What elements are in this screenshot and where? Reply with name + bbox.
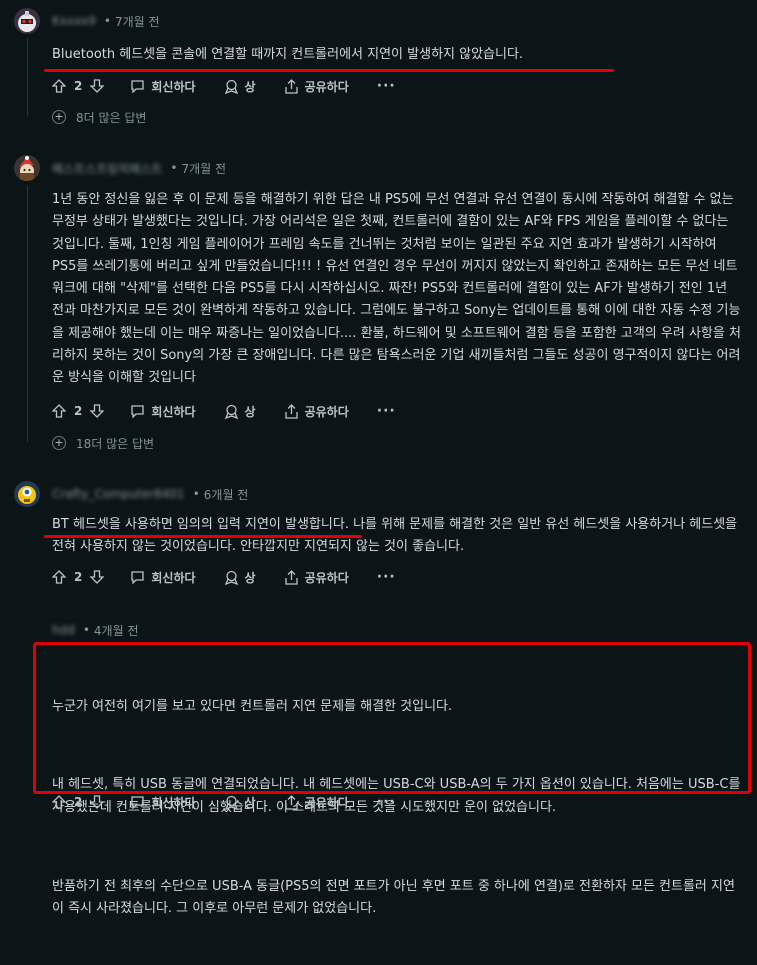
more-replies-link[interactable]: + 18더 많은 답변 — [52, 434, 154, 452]
comment-header: Kxxxx9 • 7개월 전 — [14, 8, 160, 34]
comment-paragraph: 반품하기 전 최후의 수단으로 USB-A 동글(PS5의 전면 포트가 아닌 … — [52, 878, 735, 916]
username[interactable]: Crafty_Computer8401 — [52, 487, 185, 501]
vote-count: 2 — [74, 570, 83, 584]
reply-icon — [131, 80, 145, 93]
username[interactable]: hdd — [52, 623, 75, 637]
vote-count: 2 — [74, 404, 83, 418]
award-label: 상 — [244, 79, 256, 94]
reply-button[interactable]: 회신하다 — [130, 794, 196, 811]
vote-control: 2 — [52, 570, 105, 584]
reply-label: 회신하다 — [151, 404, 196, 419]
upvote-icon[interactable] — [52, 79, 66, 93]
timestamp: 7개월 전 — [181, 161, 227, 176]
downvote-icon[interactable] — [90, 570, 105, 584]
share-icon — [284, 403, 298, 419]
thread-line — [27, 38, 28, 116]
vote-count: 2 — [74, 79, 83, 93]
award-button[interactable]: 상 — [224, 569, 256, 586]
username[interactable]: 페스트스프링히페스트 — [52, 160, 162, 177]
award-icon — [224, 404, 238, 419]
avatar[interactable] — [14, 8, 40, 34]
award-button[interactable]: 상 — [224, 794, 256, 811]
award-label: 상 — [244, 404, 256, 419]
award-button[interactable]: 상 — [224, 403, 256, 420]
share-label: 공유하다 — [304, 570, 349, 585]
downvote-icon[interactable] — [90, 795, 105, 809]
expand-icon: + — [52, 436, 66, 450]
vote-control: 2 — [52, 404, 105, 418]
comment-actions: 2 회신하다 상 공유하다 ··· — [52, 399, 396, 423]
timestamp: 6개월 전 — [203, 487, 249, 502]
reply-icon — [131, 796, 145, 809]
reply-button[interactable]: 회신하다 — [130, 78, 196, 95]
reply-icon — [131, 571, 145, 584]
comment-header: 페스트스프링히페스트 • 7개월 전 — [14, 155, 226, 181]
more-replies-link[interactable]: + 8더 많은 답변 — [52, 108, 146, 126]
award-icon — [224, 79, 238, 94]
expand-icon: + — [52, 110, 66, 124]
meta-separator: • — [170, 161, 178, 175]
username[interactable]: Kxxxx9 — [52, 14, 96, 28]
upvote-icon[interactable] — [52, 404, 66, 418]
more-replies-label: 18더 많은 답변 — [76, 436, 155, 451]
avatar[interactable] — [14, 155, 40, 181]
share-label: 공유하다 — [304, 404, 349, 419]
reply-label: 회신하다 — [151, 570, 196, 585]
reply-icon — [131, 405, 145, 418]
share-button[interactable]: 공유하다 — [284, 78, 349, 95]
share-label: 공유하다 — [304, 795, 349, 810]
vote-control: 2 — [52, 795, 105, 809]
reply-label: 회신하다 — [151, 795, 196, 810]
downvote-icon[interactable] — [90, 79, 105, 93]
comment-header: Crafty_Computer8401 • 6개월 전 — [14, 481, 248, 507]
award-button[interactable]: 상 — [224, 78, 256, 95]
upvote-icon[interactable] — [52, 570, 66, 584]
award-icon — [224, 795, 238, 810]
avatar[interactable] — [14, 481, 40, 507]
comment-actions: 2 회신하다 상 공유하다 ··· — [52, 565, 396, 589]
more-options-icon[interactable]: ··· — [377, 794, 396, 810]
share-icon — [284, 569, 298, 585]
comment-text: 1년 동안 정신을 잃은 후 이 문제 등을 해결하기 위한 답은 내 PS5에… — [52, 192, 741, 386]
share-button[interactable]: 공유하다 — [284, 403, 349, 420]
more-replies-label: 8더 많은 답변 — [76, 110, 147, 125]
upvote-icon[interactable] — [52, 795, 66, 809]
meta-separator: • — [192, 487, 200, 501]
share-button[interactable]: 공유하다 — [284, 794, 349, 811]
reply-button[interactable]: 회신하다 — [130, 569, 196, 586]
timestamp: 4개월 전 — [93, 623, 139, 638]
more-options-icon[interactable]: ··· — [377, 403, 396, 419]
vote-control: 2 — [52, 79, 105, 93]
comment-actions: 2 회신하다 상 공유하다 ··· — [52, 74, 396, 98]
share-icon — [284, 78, 298, 94]
comment-text: Bluetooth 헤드셋을 콘솔에 연결할 때까지 컨트롤러에서 지연이 발생… — [52, 47, 524, 62]
comment-actions: 2 회신하다 상 공유하다 ··· — [52, 790, 396, 814]
highlight-underline — [44, 69, 614, 72]
reply-button[interactable]: 회신하다 — [130, 403, 196, 420]
share-button[interactable]: 공유하다 — [284, 569, 349, 586]
timestamp: 7개월 전 — [115, 14, 160, 29]
more-options-icon[interactable]: ··· — [377, 78, 396, 94]
highlight-underline — [44, 535, 362, 538]
reply-label: 회신하다 — [151, 79, 196, 94]
downvote-icon[interactable] — [90, 404, 105, 418]
award-label: 상 — [244, 795, 256, 810]
comment-paragraph: 누군가 여전히 여기를 보고 있다면 컨트롤러 지연 문제를 해결한 것입니다. — [52, 698, 453, 714]
award-label: 상 — [244, 570, 256, 585]
vote-count: 2 — [74, 795, 83, 809]
more-options-icon[interactable]: ··· — [377, 569, 396, 585]
award-icon — [224, 570, 238, 585]
share-label: 공유하다 — [304, 79, 349, 94]
meta-separator: • — [103, 14, 111, 28]
thread-line — [27, 186, 28, 442]
meta-separator: • — [82, 623, 90, 637]
share-icon — [284, 794, 298, 810]
comment-header: hdd • 4개월 전 — [52, 617, 139, 643]
